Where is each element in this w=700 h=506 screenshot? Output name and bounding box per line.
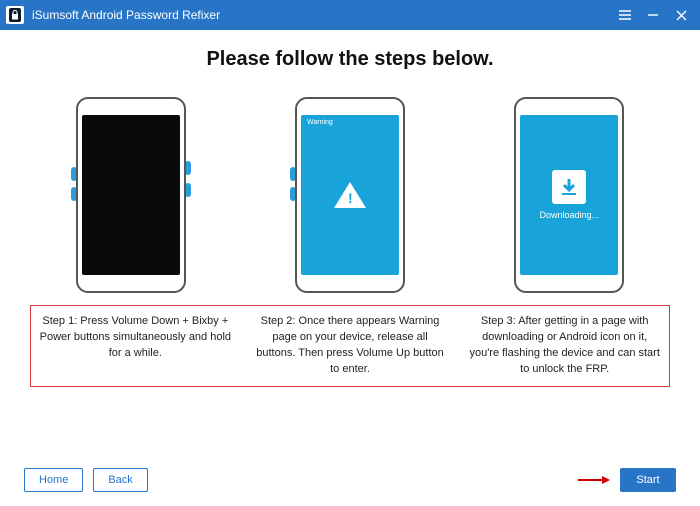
phone-screen-off-icon xyxy=(82,115,180,275)
phone-step-3: Downloading... xyxy=(514,97,624,293)
step-3: Downloading... xyxy=(469,97,670,293)
phone-screen-warning-icon: Warning ! xyxy=(301,115,399,275)
start-button[interactable]: Start xyxy=(620,468,676,492)
phone-screen-download-icon: Downloading... xyxy=(520,115,618,275)
window-controls xyxy=(618,8,694,22)
home-button[interactable]: Home xyxy=(24,468,83,492)
phone-step-1 xyxy=(76,97,186,293)
footer: Home Back Start xyxy=(0,468,700,492)
menu-icon[interactable] xyxy=(618,8,632,22)
close-icon[interactable] xyxy=(674,8,688,22)
step-2-caption: Step 2: Once there appears Warning page … xyxy=(252,314,449,378)
titlebar: iSumsoft Android Password Refixer xyxy=(0,0,700,30)
back-button[interactable]: Back xyxy=(93,468,147,492)
step-2: Warning ! xyxy=(249,97,450,293)
downloading-text: Downloading... xyxy=(540,210,600,220)
download-icon xyxy=(552,170,586,204)
app-title: iSumsoft Android Password Refixer xyxy=(32,8,220,22)
step-1 xyxy=(30,97,231,293)
phone-step-2: Warning ! xyxy=(295,97,405,293)
warning-label: Warning xyxy=(307,119,333,126)
page-heading: Please follow the steps below. xyxy=(30,48,670,71)
captions-box: Step 1: Press Volume Down + Bixby + Powe… xyxy=(30,305,670,387)
content-area: Please follow the steps below. Warning xyxy=(0,30,700,387)
warning-triangle-icon: ! xyxy=(334,182,366,208)
app-icon xyxy=(6,6,24,24)
steps-row: Warning ! Downloading... xyxy=(30,97,670,293)
step-1-caption: Step 1: Press Volume Down + Bixby + Powe… xyxy=(37,314,234,378)
arrow-hint-icon xyxy=(578,476,610,484)
step-3-caption: Step 3: After getting in a page with dow… xyxy=(466,314,663,378)
minimize-icon[interactable] xyxy=(646,8,660,22)
